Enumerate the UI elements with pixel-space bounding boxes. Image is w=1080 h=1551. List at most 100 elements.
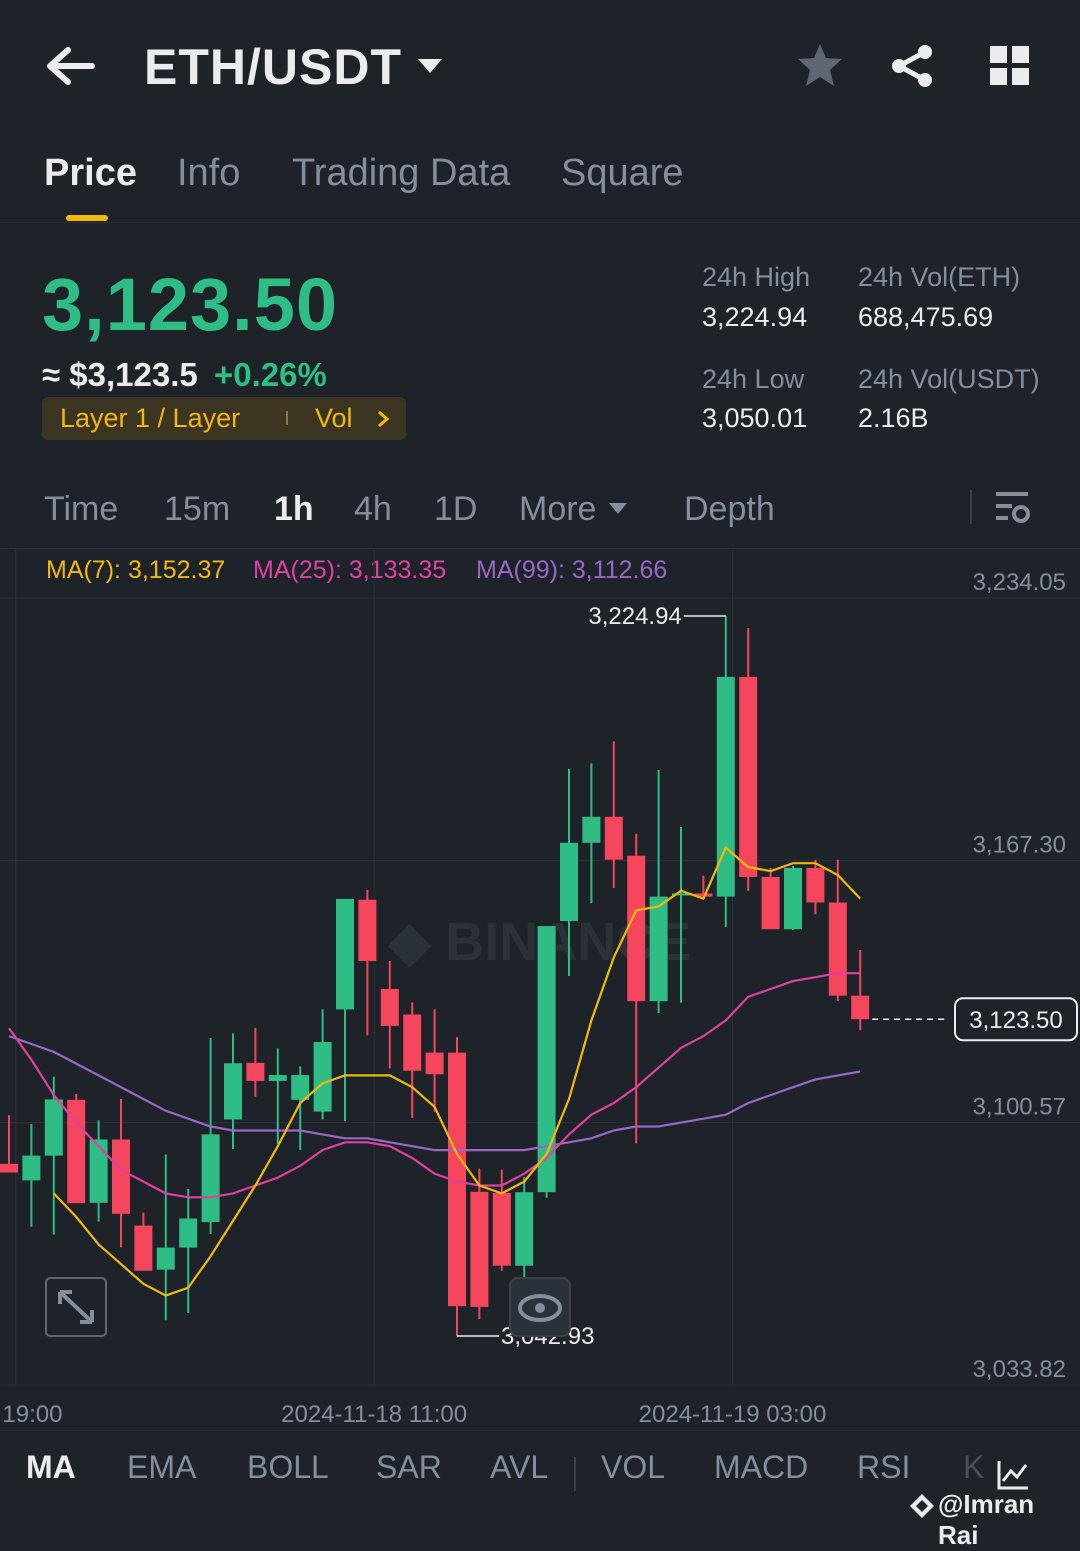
high-value: 3,224.94 — [702, 302, 808, 332]
candle-up — [44, 1076, 63, 1235]
candle-body — [134, 1225, 153, 1271]
candle-body — [224, 1063, 242, 1120]
indicator-ema[interactable]: EMA — [127, 1449, 196, 1486]
interval-bar: Time 15m 1h 4h 1D More Depth — [0, 480, 1080, 549]
candle-up — [179, 1189, 198, 1313]
indicator-settings-icon[interactable] — [996, 1459, 1030, 1491]
candle-up — [582, 763, 601, 904]
indicator-k[interactable]: K — [963, 1449, 984, 1486]
candle-down — [627, 833, 646, 1144]
last-price-label: 3,123.50 — [969, 1007, 1062, 1034]
tab-info[interactable]: Info — [177, 152, 240, 195]
approx-usd-price: ≈ $3,123.5 — [42, 356, 198, 393]
candle-down — [448, 1037, 466, 1337]
candle-body — [313, 1042, 332, 1112]
interval-1d[interactable]: 1D — [434, 490, 477, 529]
y-tick-label: 3,100.57 — [973, 1094, 1066, 1121]
indicator-sar[interactable]: SAR — [376, 1449, 442, 1486]
candle-down — [470, 1168, 489, 1320]
candle-up — [201, 1038, 220, 1234]
candle-down — [739, 628, 758, 891]
y-tick-label: 3,033.82 — [973, 1356, 1066, 1383]
candle-up — [336, 898, 354, 1122]
candle-body — [784, 867, 802, 930]
share-icon[interactable] — [888, 42, 936, 90]
indicator-macd[interactable]: MACD — [714, 1449, 808, 1486]
candle-body — [246, 1062, 265, 1081]
binance-logo-icon — [910, 1494, 934, 1518]
chart-settings-icon[interactable] — [994, 490, 1032, 526]
vol-usdt-value: 2.16B — [858, 403, 929, 433]
price-change-percent: +0.26% — [214, 356, 327, 393]
candle-down — [403, 1002, 422, 1118]
back-arrow-icon[interactable] — [44, 44, 96, 88]
candle-up — [313, 1009, 332, 1120]
candle-down — [246, 1027, 265, 1097]
indicator-divider — [574, 1457, 576, 1491]
visibility-button[interactable] — [509, 1277, 571, 1337]
candle-up — [22, 1124, 41, 1227]
candle-body — [739, 676, 758, 877]
candle-up — [89, 1120, 108, 1222]
caret-down-icon[interactable] — [416, 57, 444, 75]
candle-body — [380, 988, 399, 1026]
candle-up — [291, 1066, 310, 1151]
low-label: 24h Low — [702, 364, 805, 394]
indicator-avl[interactable]: AVL — [490, 1449, 548, 1486]
candle-body — [89, 1139, 108, 1203]
tab-trading-data[interactable]: Trading Data — [292, 152, 510, 195]
candle-down — [761, 867, 780, 930]
tab-bar: Price Info Trading Data Square — [0, 140, 1080, 223]
indicator-boll[interactable]: BOLL — [247, 1449, 329, 1486]
candle-up — [649, 770, 668, 1013]
x-tick-label: 2024-11-19 03:00 — [639, 1401, 827, 1428]
candle-body — [44, 1099, 63, 1156]
indicator-ma[interactable]: MA — [26, 1449, 76, 1486]
candle-body — [761, 876, 780, 930]
interval-time[interactable]: Time — [44, 490, 118, 529]
candle-down — [604, 741, 623, 888]
high-label: 24h High — [702, 262, 811, 292]
interval-depth[interactable]: Depth — [684, 490, 775, 529]
grid-icon[interactable] — [988, 44, 1032, 88]
interval-15m[interactable]: 15m — [164, 490, 230, 529]
top-bar: ETH/USDT — [0, 0, 1080, 130]
interval-more[interactable]: More — [519, 490, 596, 529]
candle-body — [851, 995, 870, 1020]
expand-button[interactable] — [45, 1277, 107, 1337]
star-icon[interactable] — [796, 42, 844, 88]
interval-divider — [970, 490, 972, 524]
x-tick-label: 17 19:00 — [0, 1401, 62, 1428]
indicator-vol[interactable]: VOL — [601, 1449, 665, 1486]
pair-title[interactable]: ETH/USDT — [144, 38, 402, 96]
candle-body — [179, 1218, 198, 1248]
tab-price[interactable]: Price — [44, 152, 137, 195]
expand-icon — [58, 1290, 94, 1324]
candle-body — [828, 902, 847, 996]
price-chart[interactable]: ◆ BINANCE 3,234.053,167.303,100.573,033.… — [0, 550, 1080, 1430]
category-tag-label: Layer 1 / Layer — [60, 403, 241, 433]
active-tab-indicator — [66, 215, 108, 221]
interval-1h[interactable]: 1h — [274, 490, 314, 529]
interval-4h[interactable]: 4h — [354, 490, 392, 529]
vol-eth-label: 24h Vol(ETH) — [858, 262, 1021, 292]
candle-body — [627, 855, 646, 1002]
indicator-rsi[interactable]: RSI — [857, 1449, 910, 1486]
tab-square[interactable]: Square — [561, 152, 684, 195]
candle-body — [403, 1014, 422, 1071]
candle-body — [470, 1191, 489, 1307]
indicator-bar: MA EMA BOLL SAR AVL VOL MACD RSI K @Imra… — [0, 1430, 1080, 1550]
x-tick-label: 2024-11-18 11:00 — [281, 1401, 467, 1428]
candle-body — [0, 1163, 18, 1173]
tag-divider — [286, 411, 288, 425]
candle-body — [582, 816, 601, 843]
high-marker-label: 3,224.94 — [588, 603, 681, 630]
candle-up — [515, 1177, 534, 1281]
candle-up — [224, 1033, 242, 1149]
last-price: 3,123.50 — [42, 263, 339, 346]
category-tag[interactable]: Layer 1 / Layer Vol — [42, 397, 406, 440]
chevron-right-icon — [378, 410, 390, 428]
candle-body — [201, 1134, 220, 1223]
candle-down — [851, 950, 870, 1031]
candle-up — [784, 865, 802, 931]
